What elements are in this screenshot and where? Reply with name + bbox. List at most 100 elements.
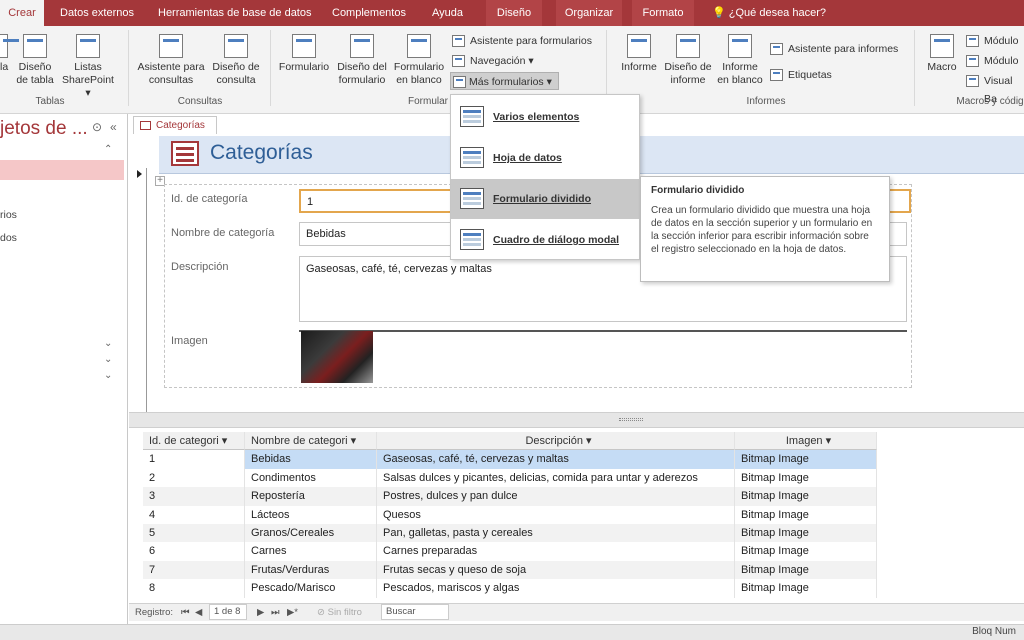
cell-descripcion[interactable]: Frutas secas y queso de soja	[377, 560, 735, 580]
diseno-informe-button[interactable]: Diseño de informe	[662, 34, 714, 87]
cell-nombre[interactable]: Bebidas	[245, 450, 377, 469]
cell-descripcion[interactable]: Quesos	[377, 505, 735, 524]
cell-descripcion[interactable]: Salsas dulces y picantes, delicias, comi…	[377, 468, 735, 488]
cell-imagen[interactable]: Bitmap Image	[735, 560, 877, 580]
cell-descripcion[interactable]: Postres, dulces y pan dulce	[377, 487, 735, 506]
cell-id[interactable]: 1	[143, 450, 245, 469]
record-position-field[interactable]: 1 de 8	[209, 604, 247, 620]
column-header-nombre[interactable]: Nombre de categori ▾	[245, 432, 377, 451]
column-header-descripcion[interactable]: Descripción ▾	[377, 432, 735, 451]
asistente-consultas-button[interactable]: Asistente para consultas	[134, 34, 208, 87]
mas-formularios-button[interactable]: Más formularios ▾	[450, 72, 559, 90]
informe-button[interactable]: Informe	[614, 34, 664, 74]
cell-id[interactable]: 3	[143, 487, 245, 506]
column-header-imagen[interactable]: Imagen ▾	[735, 432, 877, 451]
cell-nombre[interactable]: Lácteos	[245, 505, 377, 524]
tab-ayuda[interactable]: Ayuda	[424, 0, 471, 26]
nav-menu-icon[interactable]: ⊙	[92, 120, 102, 134]
informe-blanco-button[interactable]: Informe en blanco	[714, 34, 766, 87]
expand-group-icon[interactable]: ⌄	[104, 338, 112, 349]
nav-selected-item[interactable]	[0, 160, 124, 180]
cell-imagen[interactable]: Bitmap Image	[735, 450, 877, 469]
column-header-id[interactable]: Id. de categori ▾	[143, 432, 245, 451]
cell-descripcion[interactable]: Pescados, mariscos y algas	[377, 579, 735, 598]
table-row[interactable]: 4 Lácteos Quesos Bitmap Image	[143, 505, 877, 524]
table-row[interactable]: 6 Carnes Carnes preparadas Bitmap Image	[143, 542, 877, 561]
tab-herramientas-bd[interactable]: Herramientas de base de datos	[150, 0, 319, 26]
listas-sharepoint-button[interactable]: Listas SharePoint ▾	[58, 34, 118, 100]
new-record-button[interactable]: ▶*	[287, 604, 298, 621]
menu-item-varios-elementos[interactable]: Varios elementos	[451, 97, 639, 137]
table-row[interactable]: 1 Bebidas Gaseosas, café, té, cervezas y m…	[143, 450, 877, 469]
nav-item[interactable]: dos	[0, 232, 17, 244]
diseno-formulario-button[interactable]: Diseño del formulario	[334, 34, 390, 87]
cell-imagen[interactable]: Bitmap Image	[735, 542, 877, 561]
cell-id[interactable]: 6	[143, 542, 245, 561]
table-row[interactable]: 7 Frutas/Verduras Frutas secas y queso de …	[143, 560, 877, 580]
asistente-informes-button[interactable]: Asistente para informes	[770, 40, 898, 58]
cell-nombre[interactable]: Repostería	[245, 487, 377, 506]
etiquetas-button[interactable]: Etiquetas	[770, 66, 832, 84]
cell-descripcion[interactable]: Pan, galletas, pasta y cereales	[377, 524, 735, 543]
navegacion-button[interactable]: Navegación ▾	[452, 52, 534, 70]
cell-id[interactable]: 5	[143, 524, 245, 543]
cell-nombre[interactable]: Condimentos	[245, 468, 377, 488]
asistente-formularios-button[interactable]: Asistente para formularios	[452, 32, 592, 50]
cell-imagen[interactable]: Bitmap Image	[735, 487, 877, 506]
tab-complementos[interactable]: Complementos	[324, 0, 414, 26]
record-selector[interactable]	[133, 168, 147, 412]
table-row[interactable]: 2 Condimentos Salsas dulces y picantes, de…	[143, 468, 877, 488]
filter-status[interactable]: ⊘ Sin filtro	[317, 604, 362, 621]
tell-me-box[interactable]: 💡 ¿Qué desea hacer?	[712, 0, 826, 26]
menu-item-cuadro-dialogo-modal[interactable]: Cuadro de diálogo modal	[451, 220, 639, 260]
cell-imagen[interactable]: Bitmap Image	[735, 468, 877, 488]
cell-imagen[interactable]: Bitmap Image	[735, 505, 877, 524]
cell-nombre[interactable]: Granos/Cereales	[245, 524, 377, 543]
tab-crear[interactable]: Crear	[0, 0, 44, 26]
macro-button[interactable]: Macro	[922, 34, 962, 74]
cell-id[interactable]: 8	[143, 579, 245, 598]
next-record-button[interactable]: ▶	[257, 604, 264, 621]
prev-record-button[interactable]: ◀	[195, 604, 202, 621]
formulario-button[interactable]: Formulario	[274, 34, 334, 74]
shutter-bar-close-icon[interactable]: «	[110, 120, 117, 134]
visual-basic-button[interactable]: Visual Ba	[966, 72, 1024, 105]
diseno-consulta-button[interactable]: Diseño de consulta	[208, 34, 264, 87]
menu-item-hoja-de-datos[interactable]: Hoja de datos	[451, 138, 639, 178]
cell-id[interactable]: 4	[143, 505, 245, 524]
tab-datos-externos[interactable]: Datos externos	[52, 0, 142, 26]
nav-pane-title[interactable]: jetos de ...	[0, 118, 88, 140]
category-image[interactable]	[301, 331, 373, 383]
tab-formato[interactable]: Formato	[632, 0, 694, 26]
last-record-button[interactable]: ⏭	[271, 604, 280, 621]
cell-nombre[interactable]: Carnes	[245, 542, 377, 561]
modulo-button[interactable]: Módulo	[966, 32, 1018, 50]
cell-nombre[interactable]: Frutas/Verduras	[245, 560, 377, 580]
expand-group-icon[interactable]: ⌄	[104, 370, 112, 381]
cell-id[interactable]: 2	[143, 468, 245, 488]
doc-tab-categorias[interactable]: Categorías	[133, 116, 217, 134]
imagen-field[interactable]	[299, 330, 907, 386]
table-row[interactable]: 3 Repostería Postres, dulces y pan dulce Bi…	[143, 487, 877, 506]
expand-group-icon[interactable]: ⌄	[104, 354, 112, 365]
cell-imagen[interactable]: Bitmap Image	[735, 524, 877, 543]
split-form-splitter[interactable]	[129, 412, 1024, 428]
table-row[interactable]: 5 Granos/Cereales Pan, galletas, pasta y c…	[143, 524, 877, 543]
cell-descripcion[interactable]: Gaseosas, café, té, cervezas y maltas	[377, 450, 735, 469]
menu-item-formulario-dividido[interactable]: Formulario dividido	[451, 179, 639, 219]
tab-organizar[interactable]: Organizar	[556, 0, 622, 26]
cell-descripcion[interactable]: Carnes preparadas	[377, 542, 735, 561]
search-input[interactable]: Buscar	[381, 604, 449, 620]
first-record-button[interactable]: ⏮	[181, 604, 190, 621]
modulo-clase-button[interactable]: Módulo	[966, 52, 1018, 70]
table-row[interactable]: 8 Pescado/Marisco Pescados, mariscos y alg…	[143, 579, 877, 598]
nav-item[interactable]: rios	[0, 209, 17, 221]
cell-imagen[interactable]: Bitmap Image	[735, 579, 877, 598]
tabla-button[interactable]: la	[0, 34, 19, 74]
cell-id[interactable]: 7	[143, 560, 245, 580]
tab-diseno[interactable]: Diseño	[486, 0, 542, 26]
cell-nombre[interactable]: Pescado/Marisco	[245, 579, 377, 598]
formulario-blanco-button[interactable]: Formulario en blanco	[390, 34, 448, 87]
collapse-group-icon[interactable]: ⌃	[104, 144, 112, 155]
diseno-tabla-button[interactable]: Diseño de tabla	[14, 34, 56, 87]
